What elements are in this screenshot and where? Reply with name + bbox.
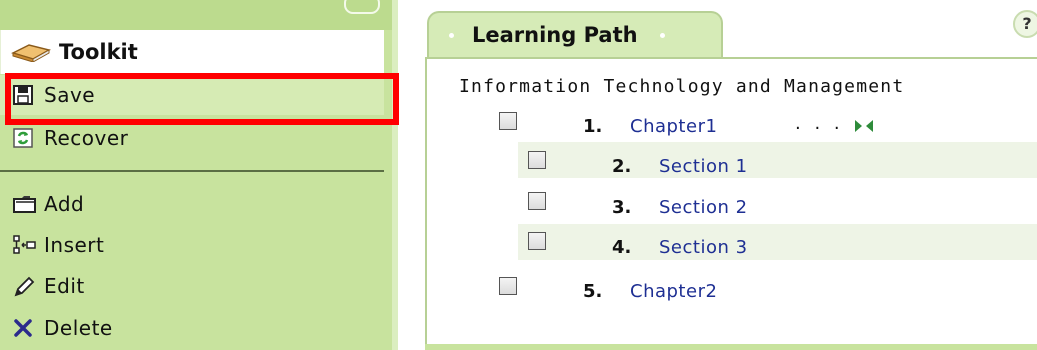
floppy-disk-icon xyxy=(13,85,37,105)
book-icon xyxy=(10,42,52,66)
section3-checkbox[interactable] xyxy=(528,232,546,250)
delete-label: Delete xyxy=(44,316,113,340)
insert-menu-item[interactable]: Insert xyxy=(0,225,384,265)
expand-collapse-icon[interactable] xyxy=(854,118,874,137)
row-band xyxy=(518,224,1037,260)
chapter1-checkbox[interactable] xyxy=(499,112,517,130)
section1-link[interactable]: Section 1 xyxy=(659,154,748,180)
toolkit-divider xyxy=(0,170,384,172)
recover-icon xyxy=(13,128,37,148)
section1-checkbox[interactable] xyxy=(528,151,546,169)
node-number: 2. xyxy=(612,156,632,177)
insert-icon xyxy=(13,235,37,255)
toolkit-topbar xyxy=(0,0,392,30)
recover-menu-item[interactable]: Recover xyxy=(0,118,384,158)
node-number: 4. xyxy=(612,237,632,258)
pencil-icon xyxy=(13,276,37,297)
delete-x-icon xyxy=(13,318,37,338)
recover-label: Recover xyxy=(44,126,129,150)
chapter2-checkbox[interactable] xyxy=(499,277,517,295)
edit-label: Edit xyxy=(44,274,85,298)
delete-menu-item[interactable]: Delete xyxy=(0,308,384,348)
node-number: 3. xyxy=(612,197,632,218)
toolkit-title: Toolkit xyxy=(59,40,138,64)
tab-dot-right xyxy=(660,33,665,38)
section2-checkbox[interactable] xyxy=(528,192,546,210)
insert-label: Insert xyxy=(44,233,105,257)
collapse-toggle[interactable] xyxy=(344,0,380,14)
save-menu-item[interactable]: Save xyxy=(0,75,384,115)
tab-learning-path[interactable]: Learning Path xyxy=(427,11,723,57)
chapter2-link[interactable]: Chapter2 xyxy=(630,279,717,305)
node-number: 1. xyxy=(583,116,603,137)
folder-icon xyxy=(13,194,37,214)
edit-menu-item[interactable]: Edit xyxy=(0,266,384,306)
section2-link[interactable]: Section 2 xyxy=(659,195,748,221)
add-menu-item[interactable]: Add xyxy=(0,184,384,224)
toolkit-panel: Toolkit Save Recover Add Insert Edit Del… xyxy=(0,0,398,350)
node-number: 5. xyxy=(583,281,603,302)
help-button[interactable]: ? xyxy=(1013,10,1037,38)
section3-link[interactable]: Section 3 xyxy=(659,235,748,261)
chapter1-link[interactable]: Chapter1 xyxy=(630,114,717,140)
course-title: Information Technology and Management xyxy=(459,76,905,97)
tab-dot-left xyxy=(449,33,454,38)
save-label: Save xyxy=(44,83,96,107)
tab-learning-path-label: Learning Path xyxy=(472,23,638,47)
chapter1-ellipsis: . . . xyxy=(795,113,844,134)
add-label: Add xyxy=(44,192,85,216)
panel-bottom-bar xyxy=(425,344,1037,350)
row-band xyxy=(518,142,1037,178)
toolkit-header: Toolkit xyxy=(0,30,384,74)
